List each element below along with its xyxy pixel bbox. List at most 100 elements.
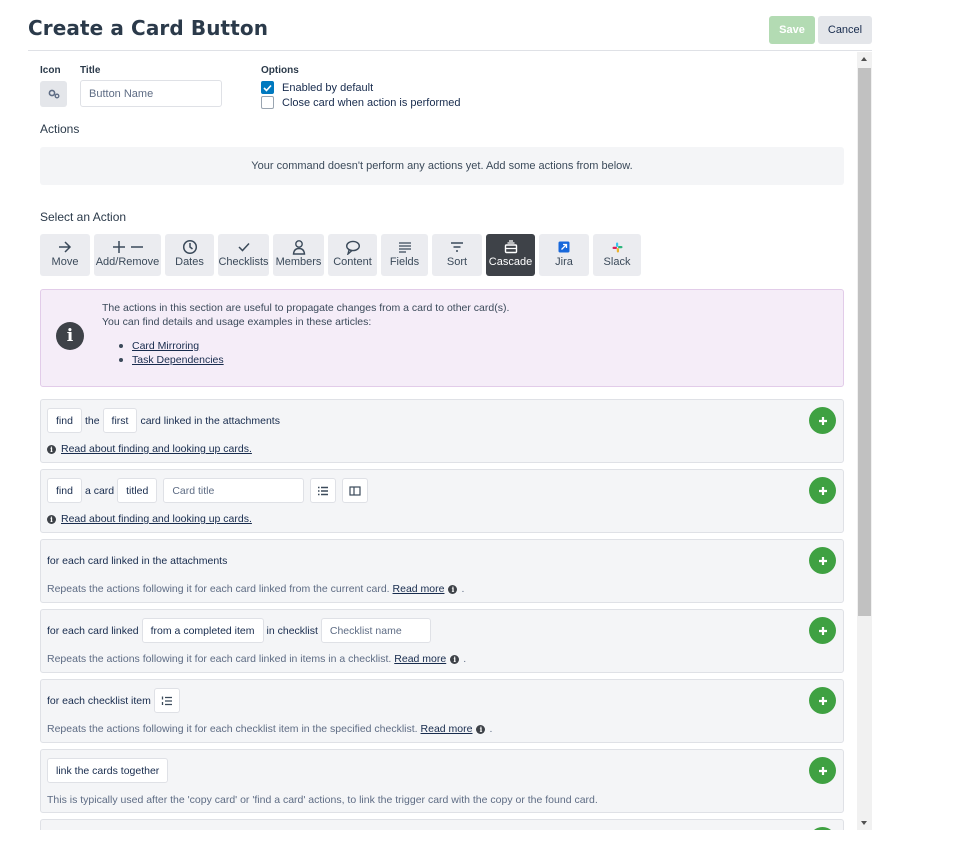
action-card-find-titled: find a card titled Card title i Read abo… <box>40 469 844 533</box>
action-row: find a card titled Card title <box>47 478 371 503</box>
plus-icon <box>818 486 827 495</box>
tab-sort[interactable]: Sort <box>432 234 482 276</box>
plus-icon <box>818 696 827 705</box>
bullet <box>119 344 123 348</box>
select-action-heading: Select an Action <box>40 210 127 224</box>
checklist-options-button[interactable] <box>153 688 180 713</box>
bullet <box>119 358 123 362</box>
speech-bubble-icon <box>345 240 360 255</box>
checkbox-unchecked[interactable] <box>261 96 274 109</box>
add-action-button[interactable] <box>809 687 836 714</box>
cancel-button[interactable]: Cancel <box>818 16 872 44</box>
title-input[interactable]: Button Name <box>80 80 222 107</box>
list-options-button[interactable] <box>310 478 337 503</box>
link-card-mirroring[interactable]: Card Mirroring <box>132 340 199 352</box>
title-label: Title <box>80 65 101 76</box>
actions-empty-message: Your command doesn't perform any actions… <box>40 147 844 185</box>
info-icon: i <box>47 444 56 454</box>
add-action-button[interactable] <box>809 827 836 830</box>
add-action-button[interactable] <box>809 547 836 574</box>
icon-label: Icon <box>40 65 61 76</box>
scroll-up-icon[interactable] <box>861 57 867 61</box>
tab-content[interactable]: Content <box>328 234 377 276</box>
list-icon <box>318 486 329 495</box>
position-select[interactable]: first <box>102 408 138 433</box>
dialog-header: Create a Card Button Save Cancel <box>0 0 954 52</box>
add-action-button[interactable] <box>809 617 836 644</box>
sort-icon <box>451 242 463 252</box>
tab-cascade[interactable]: Cascade <box>486 234 535 276</box>
info-panel: i The actions in this section are useful… <box>40 289 844 387</box>
option-enabled-by-default[interactable]: Enabled by default <box>261 81 373 94</box>
description-row: Repeats the actions following it for eac… <box>47 653 467 665</box>
card-title-input[interactable]: Card title <box>163 478 305 503</box>
action-card-for-each-checklist-link: for each card linked from a completed it… <box>40 609 844 673</box>
checkbox-checked[interactable] <box>261 81 274 94</box>
read-more-link[interactable]: Read more <box>421 723 473 735</box>
action-row: for each checklist item <box>47 688 183 713</box>
help-link[interactable]: Read about finding and looking up cards. <box>61 513 252 525</box>
tab-dates[interactable]: Dates <box>165 234 214 276</box>
tab-move[interactable]: Move <box>40 234 90 276</box>
jira-icon <box>558 241 570 253</box>
help-row: i Read about finding and looking up card… <box>47 443 252 455</box>
action-card-link-cards: link the cards together This is typicall… <box>40 749 844 813</box>
tab-jira[interactable]: Jira <box>539 234 589 276</box>
item-state-select[interactable]: from a completed item <box>141 618 264 643</box>
board-options-button[interactable] <box>342 478 369 503</box>
criteria-select[interactable]: titled <box>117 478 158 503</box>
action-card-find-first: find the first card linked in the attach… <box>40 399 844 463</box>
plus-icon <box>818 416 827 425</box>
find-select[interactable]: find <box>47 408 82 433</box>
info-icon: i <box>448 584 458 594</box>
scroll-down-icon[interactable] <box>861 821 867 825</box>
add-action-button[interactable] <box>809 757 836 784</box>
plus-icon <box>818 626 827 635</box>
tab-slack[interactable]: Slack <box>593 234 641 276</box>
action-card-for-each-linked: for each card linked in the attachments … <box>40 539 844 603</box>
scrollbar-thumb[interactable] <box>858 68 871 616</box>
info-line: You can find details and usage examples … <box>102 316 372 328</box>
slack-icon <box>612 242 622 252</box>
read-more-link[interactable]: Read more <box>394 653 446 665</box>
arrow-right-icon <box>59 241 72 253</box>
plus-minus-icon <box>112 241 143 253</box>
action-row: for each card linked in the attachments <box>47 554 228 567</box>
action-card-partial <box>40 819 844 830</box>
checklist-name-input[interactable]: Checklist name <box>320 618 431 643</box>
action-row: find the first card linked in the attach… <box>47 408 280 433</box>
save-button[interactable]: Save <box>769 16 815 44</box>
read-more-link[interactable]: Read more <box>393 583 445 595</box>
option-close-card[interactable]: Close card when action is performed <box>261 96 461 109</box>
icon-picker[interactable] <box>40 81 67 107</box>
options-label: Options <box>261 65 299 76</box>
action-row: for each card linked from a completed it… <box>47 618 434 643</box>
clock-icon <box>182 239 197 255</box>
find-select[interactable]: find <box>47 478 82 503</box>
info-line: The actions in this section are useful t… <box>102 302 510 314</box>
check-icon <box>237 242 250 252</box>
info-icon: i <box>47 514 56 524</box>
gears-icon <box>48 89 59 99</box>
description-row: Repeats the actions following it for eac… <box>47 723 493 735</box>
add-action-button[interactable] <box>809 477 836 504</box>
header-divider <box>28 50 872 51</box>
help-link[interactable]: Read about finding and looking up cards. <box>61 443 252 455</box>
numbered-list-icon <box>161 696 172 705</box>
vertical-scrollbar[interactable] <box>857 52 872 830</box>
link-task-dependencies[interactable]: Task Dependencies <box>132 354 224 366</box>
option-label: Enabled by default <box>282 81 374 94</box>
add-action-button[interactable] <box>809 407 836 434</box>
link-cards-select[interactable]: link the cards together <box>47 758 169 783</box>
action-row: link the cards together <box>47 758 171 783</box>
tab-checklists[interactable]: Checklists <box>218 234 269 276</box>
help-row: i Read about finding and looking up card… <box>47 513 252 525</box>
cascade-icon <box>504 240 517 254</box>
action-category-tabs: Move Add/Remove Dates Checklists Members… <box>40 234 645 276</box>
actions-heading: Actions <box>40 122 80 136</box>
plus-icon <box>818 766 827 775</box>
tab-fields[interactable]: Fields <box>381 234 428 276</box>
lines-icon <box>398 242 411 253</box>
tab-add-remove[interactable]: Add/Remove <box>94 234 161 276</box>
tab-members[interactable]: Members <box>273 234 324 276</box>
